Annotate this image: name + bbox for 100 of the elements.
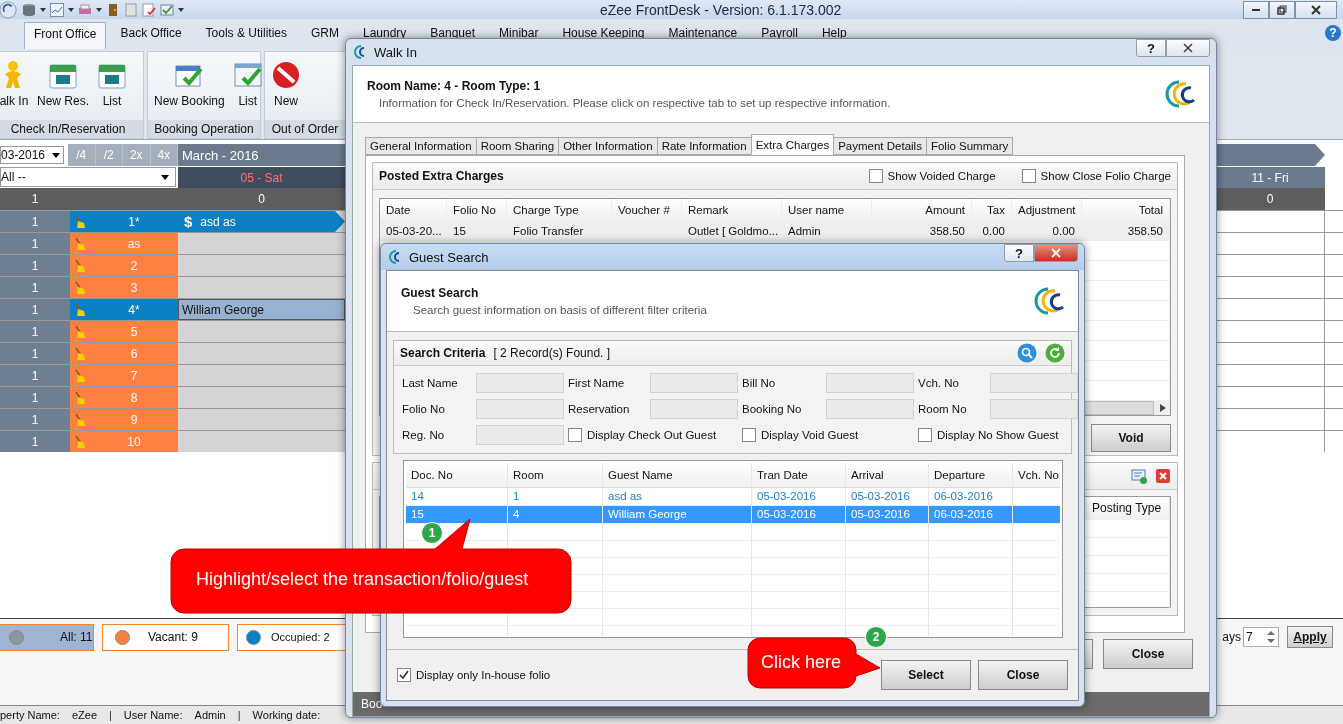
close-button[interactable]: Close [1103,639,1193,669]
help-button[interactable]: ? [1004,244,1034,262]
input-field[interactable] [476,399,564,419]
option-checkbox[interactable]: Show Close Folio Charge [1021,169,1171,183]
caret-icon[interactable] [96,7,102,12]
ribbon-tab[interactable]: Front Office [24,22,107,49]
checkbox[interactable] [568,428,582,442]
close-button[interactable] [1295,0,1337,19]
checklist-icon[interactable] [160,2,174,17]
dialog-tab[interactable]: Extra Charges [750,134,835,155]
booking-bar[interactable]: William George [178,299,345,320]
ribbon-button[interactable]: New [271,60,301,120]
booking-cell[interactable] [178,409,345,430]
database-icon[interactable] [22,2,36,17]
restore-button[interactable] [1269,0,1295,19]
booking-cell[interactable] [178,233,345,254]
days-spinner[interactable]: 7 [1243,627,1279,647]
table-cell: 358.50 [872,221,972,241]
delete-icon[interactable] [1155,468,1171,484]
input-field[interactable] [650,373,738,393]
legend-filter[interactable]: Vacant: 9 [102,623,229,651]
close-button[interactable]: Close [978,660,1068,690]
column-header: Departure [929,463,1013,487]
input-field[interactable] [476,373,564,393]
booking-bar[interactable]: $ asd as [178,211,345,232]
booking-cell[interactable] [178,255,345,276]
ribbon-tab[interactable]: Back Office [110,21,192,49]
ribbon-button[interactable]: List [232,60,263,120]
ribbon-tab[interactable]: GRM [300,21,349,49]
input-field[interactable] [476,425,564,445]
caret-icon[interactable] [68,7,74,12]
ribbon-tab[interactable]: House Keeping [552,21,655,49]
close-icon [1051,248,1061,258]
booking-cell[interactable] [178,321,345,342]
input-field[interactable] [990,399,1078,419]
dialog-tab[interactable]: Payment Details [833,137,927,155]
ribbon-tab[interactable]: Banquet [420,21,486,49]
app-logo-icon[interactable] [0,0,18,19]
booking-cell[interactable] [178,343,345,364]
legend-filter[interactable]: All: 11 [0,623,94,651]
input-field[interactable] [826,399,914,419]
ribbon-tab[interactable]: Payroll [751,21,808,49]
field-label: Room No [918,403,968,415]
room-cell[interactable]: 4* [90,299,178,320]
booking-cell[interactable] [178,431,345,452]
ribbon-button[interactable]: New Booking [154,60,225,120]
field-label: Booking No [742,403,803,415]
close-button[interactable] [1166,39,1210,57]
caret-icon[interactable] [178,7,184,12]
help-icon[interactable]: ? [1325,25,1341,41]
table-cell: Admin [782,221,872,241]
checkbox[interactable] [868,169,883,183]
dialog-tab[interactable]: Rate Information [656,137,752,155]
refresh-icon[interactable] [1045,343,1065,363]
booking-cell[interactable] [178,365,345,386]
option-checkbox[interactable]: Show Voided Charge [868,169,996,183]
door-icon[interactable] [106,2,120,17]
legend-filter[interactable]: Occupied: 2 [237,623,347,651]
checkbox[interactable] [918,428,932,442]
table-cell: asd as [603,488,752,505]
room-cell[interactable]: 1* [90,211,178,232]
dialog-tab[interactable]: Room Sharing [475,137,560,155]
status-value: Admin [194,709,226,721]
in-house-checkbox[interactable]: Display only In-house folio [397,668,551,682]
checkbox[interactable] [1021,169,1036,183]
filter-dropdown[interactable]: All -- [0,167,176,187]
input-field[interactable] [650,399,738,419]
search-icon[interactable] [1017,343,1037,363]
count-cell: 1 [0,211,70,232]
spellcheck-icon[interactable] [142,2,156,17]
dialog-tab[interactable]: General Information [365,137,477,155]
add-row-icon[interactable] [1131,468,1147,484]
filter-checkbox[interactable]: Display Check Out Guest [568,428,738,442]
input-field[interactable] [826,373,914,393]
caret-icon[interactable] [40,7,46,12]
count-cell-text: 1 [30,191,40,208]
input-field[interactable] [990,373,1078,393]
void-button[interactable]: Void [1091,424,1171,452]
ribbon-tab[interactable]: Maintenance [658,21,748,49]
table-cell: William George [603,506,752,523]
date-dropdown[interactable]: 03-2016 [0,146,64,164]
dialog-tab[interactable]: Folio Summary [925,137,1014,155]
filter-checkbox[interactable]: Display Void Guest [742,428,914,442]
ribbon-tab[interactable]: Tools & Utilities [195,21,297,49]
ribbon-button[interactable]: alk In [0,60,29,120]
ribbon-button[interactable]: List [97,60,127,120]
help-button[interactable]: ? [1136,39,1166,57]
filter-checkbox[interactable]: Display No Show Guest [918,428,1078,442]
ribbon-tab[interactable]: Minibar [489,21,549,49]
dialog-tab[interactable]: Other Information [558,137,658,155]
minimize-button[interactable] [1243,0,1269,19]
close-button[interactable] [1034,244,1078,262]
checkbox[interactable] [397,668,411,682]
booking-cell[interactable] [178,387,345,408]
checkbox[interactable] [742,428,756,442]
select-button[interactable]: Select [881,660,971,690]
ribbon-tab[interactable]: Help [811,21,857,49]
booking-cell[interactable] [178,277,345,298]
ribbon-button[interactable]: New Res. [37,60,89,120]
apply-button[interactable]: Apply [1287,626,1333,648]
